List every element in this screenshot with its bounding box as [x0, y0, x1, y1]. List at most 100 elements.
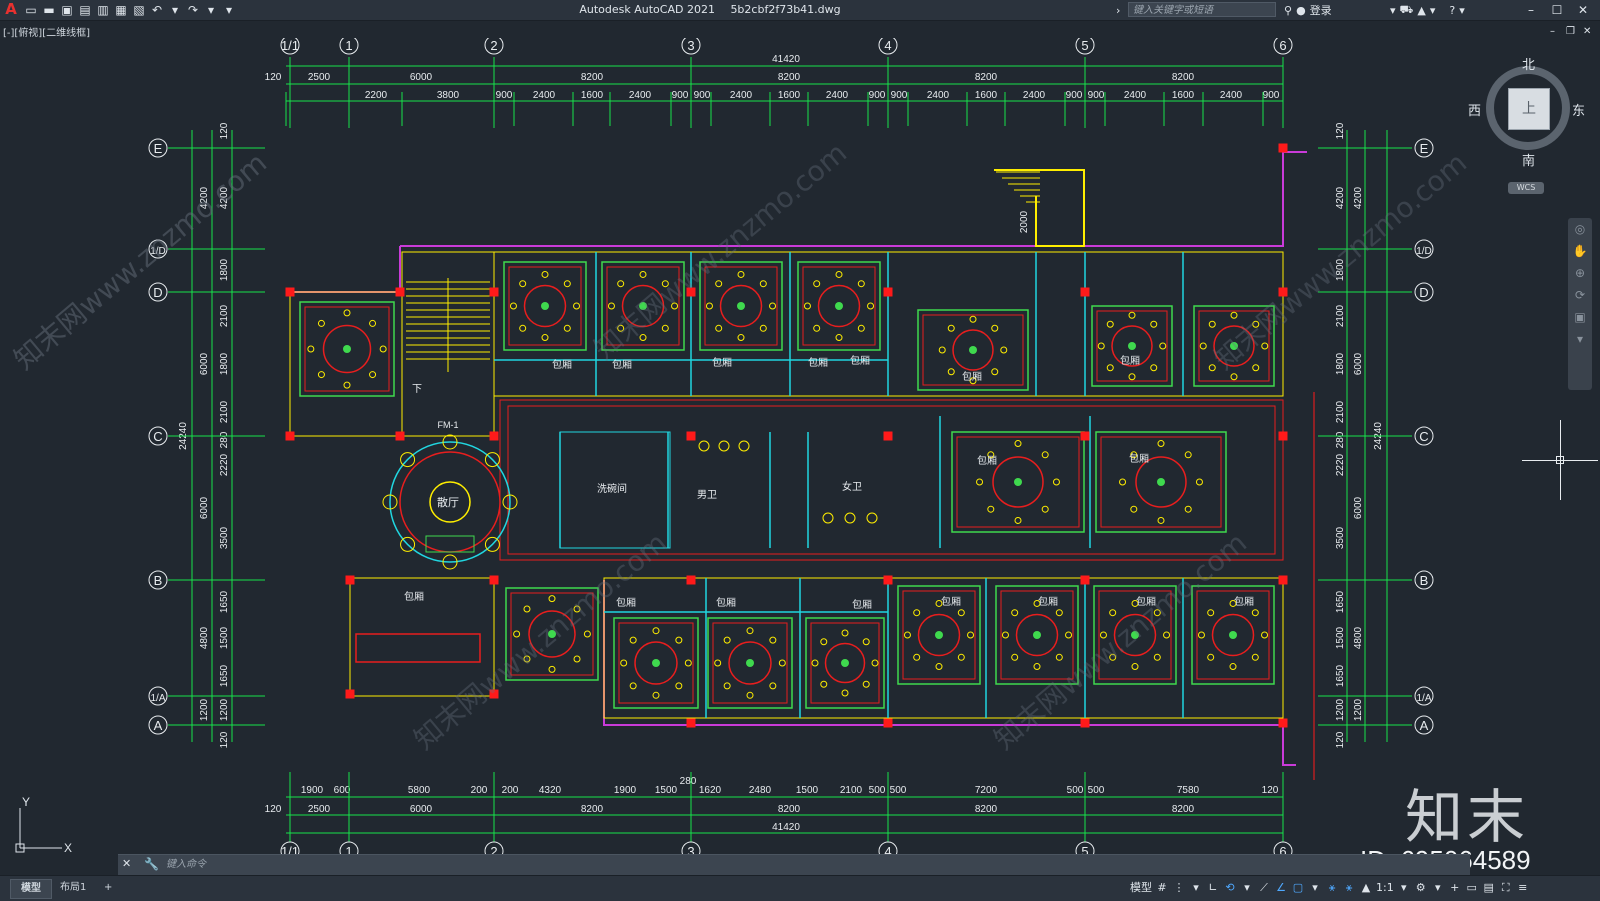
open-folder-icon[interactable]: ▬	[42, 3, 56, 17]
compass-south[interactable]: 南	[1522, 150, 1535, 169]
viewport-controls[interactable]: [-][俯视][二维线框]	[3, 24, 90, 39]
new-file-icon[interactable]: ▭	[24, 3, 38, 17]
redo-dropdown-icon[interactable]: ▾	[204, 3, 218, 17]
grid-display-icon[interactable]: #	[1155, 880, 1169, 896]
connect-icon[interactable]: ▲	[1417, 4, 1425, 17]
men-toilet-0	[698, 440, 710, 452]
dim-top-row1-5: 8200	[975, 72, 998, 83]
commandline-customize-icon[interactable]: 🔧	[144, 857, 159, 871]
isodraft-icon[interactable]: ⟋	[1257, 880, 1271, 896]
login-link[interactable]: 登录	[1310, 2, 1332, 18]
room-2-chair-6	[737, 270, 745, 278]
compass-east[interactable]: 东	[1572, 100, 1585, 119]
maximize-button[interactable]: ☐	[1546, 0, 1568, 20]
annotation-monitor-icon[interactable]: +	[1448, 880, 1462, 896]
compass-west[interactable]: 西	[1468, 100, 1481, 119]
room-12-chair-3	[723, 682, 731, 690]
pan-icon[interactable]: ✋	[1568, 240, 1592, 262]
column-marker-12	[1080, 431, 1090, 441]
compass-north[interactable]: 北	[1522, 54, 1535, 73]
zoom-extents-icon[interactable]: ⊕	[1568, 262, 1592, 284]
close-button[interactable]: ✕	[1572, 0, 1594, 20]
tab-model[interactable]: 模型	[10, 879, 52, 899]
room-6-chair-3	[1208, 364, 1216, 372]
room-16-chair-2	[1131, 663, 1139, 671]
dim-bottom-row2-6: 8200	[1172, 804, 1195, 815]
polar-dropdown-icon[interactable]: ▾	[1240, 880, 1254, 896]
doc-minimize-button[interactable]: –	[1550, 26, 1555, 37]
save-as-icon[interactable]: ▤	[78, 3, 92, 17]
undo-dropdown-icon[interactable]: ▾	[168, 3, 182, 17]
room-2-chair-7	[759, 280, 767, 288]
help-search-input[interactable]: 键入关键字或短语	[1128, 2, 1276, 17]
model-space-toggle[interactable]: 模型	[1130, 880, 1152, 896]
steering-wheel-icon[interactable]: ◎	[1568, 218, 1592, 240]
viewcube[interactable]: 上 北 南 西 东 WCS	[1468, 54, 1585, 194]
room-4-chair-1	[991, 368, 999, 376]
label-stair-down: 下	[412, 384, 422, 395]
workspace-dropdown-icon[interactable]: ▾	[1431, 880, 1445, 896]
column-marker-21	[345, 689, 355, 699]
room-3-chair-5	[813, 280, 821, 288]
room-17-chair-7	[1251, 609, 1259, 617]
room-2-chair-1	[759, 324, 767, 332]
osnap-dropdown-icon[interactable]: ▾	[1308, 880, 1322, 896]
publish-icon[interactable]: ▦	[114, 3, 128, 17]
tab-layout1[interactable]: 布局1	[50, 879, 96, 897]
search-expand-icon[interactable]: ›	[1116, 2, 1120, 18]
minimize-button[interactable]: –	[1520, 0, 1542, 20]
customize-qat-icon[interactable]: ▾	[222, 3, 236, 17]
cart-icon[interactable]: ⛟	[1400, 3, 1414, 18]
dim-bottom-row1-12: 2100	[840, 785, 863, 796]
undo-icon[interactable]: ↶	[150, 3, 164, 17]
scale-dropdown-icon[interactable]: ▾	[1397, 880, 1411, 896]
doc-close-button[interactable]: ✕	[1583, 26, 1591, 37]
object-snap-tracking-icon[interactable]: ∠	[1274, 880, 1288, 896]
dim-right-seg-4: 1800	[1335, 352, 1346, 375]
room-label-14: 包厢	[1234, 595, 1254, 608]
snap-dropdown-icon[interactable]: ▾	[1189, 880, 1203, 896]
dim-top-row2-0: 2200	[365, 90, 388, 101]
clean-screen-icon[interactable]: ⛶	[1499, 880, 1513, 896]
add-layout-icon[interactable]: +	[94, 879, 122, 897]
connect-dropdown-icon[interactable]: ▾	[1430, 4, 1436, 17]
polar-tracking-icon[interactable]: ⟲	[1223, 880, 1237, 896]
object-snap-icon[interactable]: ▢	[1291, 880, 1305, 896]
viewcube-top-face[interactable]: 上	[1508, 88, 1550, 130]
help-icon[interactable]: ?	[1449, 4, 1455, 17]
print-icon[interactable]: ▧	[132, 3, 146, 17]
navbar-collapse-icon[interactable]: ▾	[1568, 328, 1592, 350]
room-11-chair-7	[675, 636, 683, 644]
showmotion-icon[interactable]: ▣	[1568, 306, 1592, 328]
command-input[interactable]: 键入命令	[166, 857, 1456, 872]
dim-bottom-row2-2: 6000	[410, 804, 433, 815]
quick-properties-icon[interactable]: ▤	[1482, 880, 1496, 896]
ortho-mode-icon[interactable]: ∟	[1206, 880, 1220, 896]
annotation-scale-icon[interactable]: ▲	[1359, 880, 1373, 896]
dim-top-row2-15: 2400	[1023, 90, 1046, 101]
axis-label-right-6: A	[1420, 718, 1429, 733]
room-15-chair-1	[1055, 653, 1063, 661]
redo-icon[interactable]: ↷	[186, 3, 200, 17]
workspace-gear-icon[interactable]: ⚙	[1414, 880, 1428, 896]
annotation-visibility-icon[interactable]: ⚹	[1325, 880, 1339, 896]
save-icon[interactable]: ▣	[60, 3, 74, 17]
room-label-2: 包厢	[712, 356, 732, 369]
doc-restore-button[interactable]: ❐	[1566, 26, 1575, 37]
wcs-menu-button[interactable]: WCS	[1508, 182, 1544, 194]
help-dropdown-icon[interactable]: ▾	[1459, 4, 1465, 17]
autocad-logo-icon[interactable]: A	[3, 1, 19, 18]
customization-menu-icon[interactable]: ≡	[1516, 880, 1530, 896]
user-icon[interactable]: ●	[1296, 4, 1306, 17]
commandline-close-icon[interactable]: ✕	[122, 857, 131, 870]
plot-preview-icon[interactable]: ▥	[96, 3, 110, 17]
search-icon[interactable]: ⚲	[1284, 4, 1292, 17]
orbit-icon[interactable]: ⟳	[1568, 284, 1592, 306]
axis-label-top-6: 6	[1279, 38, 1286, 53]
snap-mode-icon[interactable]: ⋮	[1172, 880, 1186, 896]
annotation-scale-value[interactable]: 1:1	[1376, 880, 1394, 896]
label-main-hall: 散厅	[437, 495, 459, 509]
units-icon[interactable]: ▭	[1465, 880, 1479, 896]
login-dropdown-icon[interactable]: ▾	[1390, 4, 1396, 17]
auto-scale-icon[interactable]: ⚹	[1342, 880, 1356, 896]
